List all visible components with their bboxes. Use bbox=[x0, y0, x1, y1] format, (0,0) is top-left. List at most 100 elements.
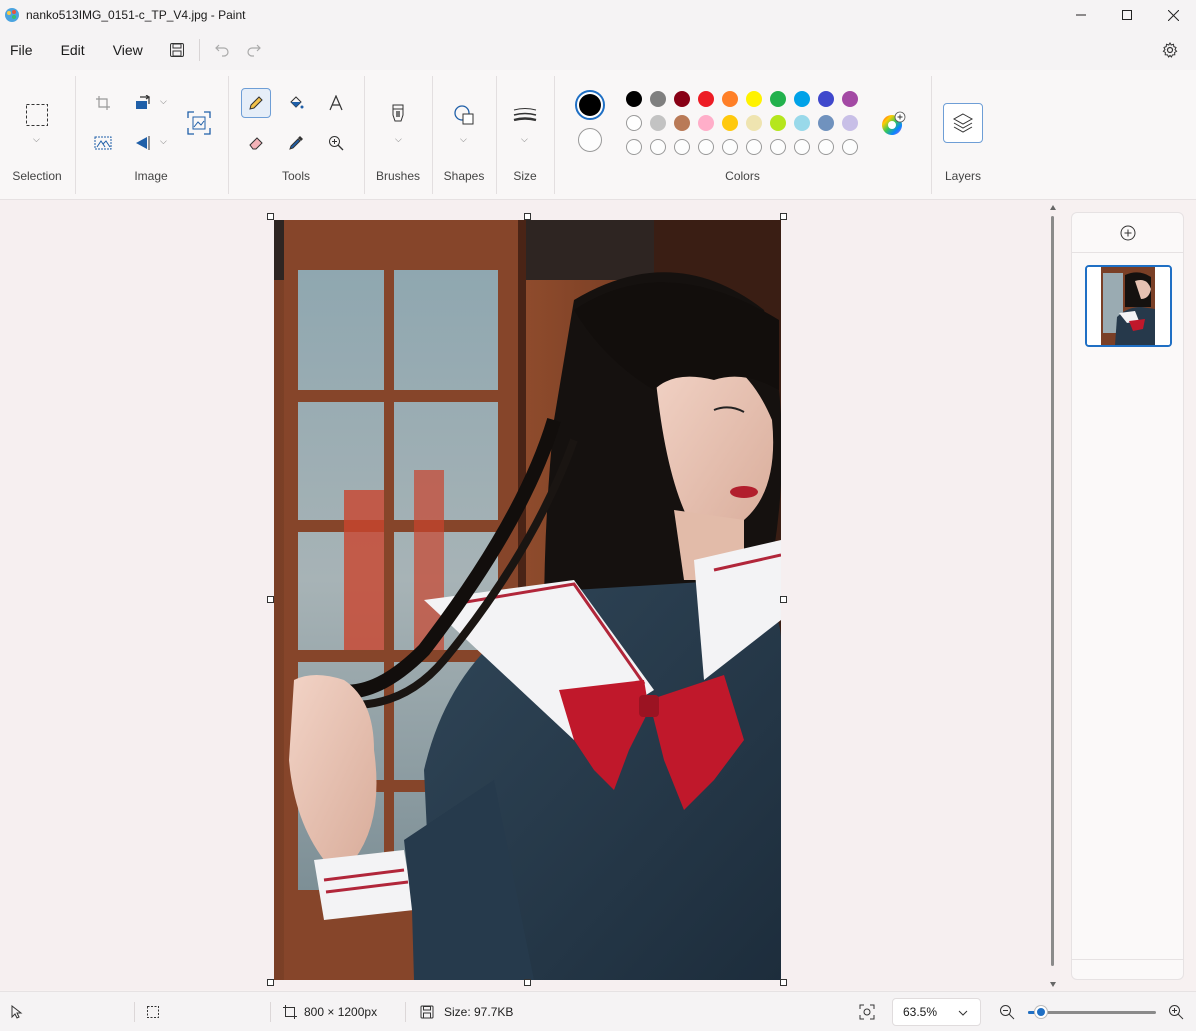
custom-color-slot[interactable] bbox=[674, 139, 690, 155]
layers-icon bbox=[952, 113, 974, 133]
edit-colors-button[interactable] bbox=[880, 111, 906, 140]
color-picker-tool-button[interactable] bbox=[281, 128, 311, 158]
vertical-scrollbar[interactable] bbox=[1049, 204, 1057, 990]
brushes-button[interactable] bbox=[383, 100, 413, 130]
custom-color-slot[interactable] bbox=[626, 139, 642, 155]
custom-color-slot[interactable] bbox=[794, 139, 810, 155]
custom-color-slot[interactable] bbox=[746, 139, 762, 155]
menu-view[interactable]: View bbox=[103, 42, 153, 58]
color-swatch[interactable] bbox=[674, 115, 690, 131]
zoom-level-dropdown[interactable]: 63.5% bbox=[892, 998, 981, 1026]
color-swatch[interactable] bbox=[842, 91, 858, 107]
add-layer-button[interactable] bbox=[1072, 213, 1183, 253]
close-button[interactable] bbox=[1150, 0, 1196, 30]
maximize-button[interactable] bbox=[1104, 0, 1150, 30]
shapes-icon bbox=[454, 105, 474, 125]
crop-button[interactable] bbox=[88, 88, 118, 118]
color-swatch[interactable] bbox=[698, 115, 714, 131]
crop-icon bbox=[96, 96, 110, 110]
layers-panel-footer bbox=[1072, 959, 1183, 979]
layer-thumbnail[interactable] bbox=[1085, 265, 1172, 347]
chevron-down-icon[interactable]: ⌵ bbox=[33, 134, 40, 145]
color-swatch[interactable] bbox=[674, 91, 690, 107]
image-label: Image bbox=[134, 169, 168, 183]
menu-divider bbox=[198, 39, 200, 61]
custom-color-slot[interactable] bbox=[650, 139, 666, 155]
color-swatch[interactable] bbox=[698, 91, 714, 107]
menu-file[interactable]: File bbox=[0, 42, 43, 58]
color-swatch[interactable] bbox=[818, 91, 834, 107]
color-swatch[interactable] bbox=[650, 115, 666, 131]
add-circle-icon bbox=[1120, 225, 1135, 240]
chevron-down-icon[interactable]: ⌵ bbox=[160, 96, 167, 107]
resize-handle-bottom-right[interactable] bbox=[780, 979, 787, 986]
text-tool-button[interactable] bbox=[321, 88, 351, 118]
chevron-down-icon[interactable]: ⌵ bbox=[460, 134, 467, 145]
minimize-icon bbox=[1076, 14, 1086, 16]
resize-handle-bottom-left[interactable] bbox=[267, 979, 274, 986]
chevron-down-icon[interactable]: ⌵ bbox=[160, 136, 167, 147]
resize-handle-left[interactable] bbox=[267, 596, 274, 603]
custom-color-slot[interactable] bbox=[842, 139, 858, 155]
shapes-button[interactable] bbox=[449, 100, 479, 130]
color-swatch[interactable] bbox=[842, 115, 858, 131]
brush-icon bbox=[392, 104, 404, 122]
undo-button[interactable] bbox=[206, 34, 238, 66]
resize-handle-right[interactable] bbox=[780, 596, 787, 603]
custom-color-slot[interactable] bbox=[818, 139, 834, 155]
secondary-color-button[interactable] bbox=[578, 128, 602, 152]
color-swatch[interactable] bbox=[722, 115, 738, 131]
color-swatch[interactable] bbox=[818, 115, 834, 131]
save-button[interactable] bbox=[161, 34, 193, 66]
image-select-button[interactable] bbox=[88, 128, 118, 158]
chevron-down-icon[interactable]: ⌵ bbox=[521, 134, 528, 145]
file-size-text: Size: 97.7KB bbox=[444, 1005, 514, 1019]
resize-handle-top-right[interactable] bbox=[780, 213, 787, 220]
canvas-image[interactable] bbox=[274, 220, 781, 980]
pencil-tool-button[interactable] bbox=[241, 88, 271, 118]
resize-handle-bottom[interactable] bbox=[524, 979, 531, 986]
zoom-out-button[interactable] bbox=[999, 992, 1015, 1031]
redo-button[interactable] bbox=[238, 34, 270, 66]
resize-button[interactable] bbox=[128, 88, 158, 118]
settings-button[interactable] bbox=[1154, 34, 1186, 66]
color-swatch[interactable] bbox=[626, 115, 642, 131]
fill-tool-button[interactable] bbox=[281, 88, 311, 118]
layers-label: Layers bbox=[944, 169, 982, 183]
flip-button[interactable] bbox=[128, 128, 158, 158]
color-swatch[interactable] bbox=[794, 91, 810, 107]
color-swatch[interactable] bbox=[746, 115, 762, 131]
zoom-in-button[interactable] bbox=[1168, 992, 1184, 1031]
custom-color-slot[interactable] bbox=[722, 139, 738, 155]
color-swatch[interactable] bbox=[650, 91, 666, 107]
text-icon bbox=[329, 95, 343, 111]
dimensions-text: 800 × 1200px bbox=[304, 1005, 378, 1019]
zoom-slider-thumb[interactable] bbox=[1034, 1006, 1047, 1018]
magnifier-tool-button[interactable] bbox=[321, 128, 351, 158]
eraser-tool-button[interactable] bbox=[241, 128, 271, 158]
ribbon-toolbar: ⌵ Selection ⌵ ⌵ Image Tools ⌵ Brushes ⌵ … bbox=[0, 70, 1196, 200]
primary-color-button[interactable] bbox=[575, 90, 605, 120]
resize-handle-top-left[interactable] bbox=[267, 213, 274, 220]
zoom-slider[interactable] bbox=[1028, 1011, 1156, 1014]
layers-button[interactable] bbox=[943, 103, 983, 143]
image-transform-button[interactable] bbox=[184, 108, 214, 138]
custom-color-slot[interactable] bbox=[770, 139, 786, 155]
color-swatch[interactable] bbox=[722, 91, 738, 107]
chevron-down-icon[interactable]: ⌵ bbox=[395, 134, 402, 145]
fit-to-window-button[interactable] bbox=[859, 992, 875, 1031]
size-group: ⌵ Size bbox=[497, 70, 553, 200]
minimize-button[interactable] bbox=[1058, 0, 1104, 30]
color-swatch[interactable] bbox=[770, 91, 786, 107]
select-image-icon bbox=[94, 136, 112, 150]
color-swatch[interactable] bbox=[746, 91, 762, 107]
color-swatch[interactable] bbox=[794, 115, 810, 131]
selection-button[interactable] bbox=[22, 100, 52, 130]
size-button[interactable] bbox=[510, 100, 540, 130]
color-swatch[interactable] bbox=[626, 91, 642, 107]
menu-edit[interactable]: Edit bbox=[51, 42, 95, 58]
paint-app-icon bbox=[5, 8, 19, 22]
color-swatch[interactable] bbox=[770, 115, 786, 131]
resize-handle-top[interactable] bbox=[524, 213, 531, 220]
custom-color-slot[interactable] bbox=[698, 139, 714, 155]
